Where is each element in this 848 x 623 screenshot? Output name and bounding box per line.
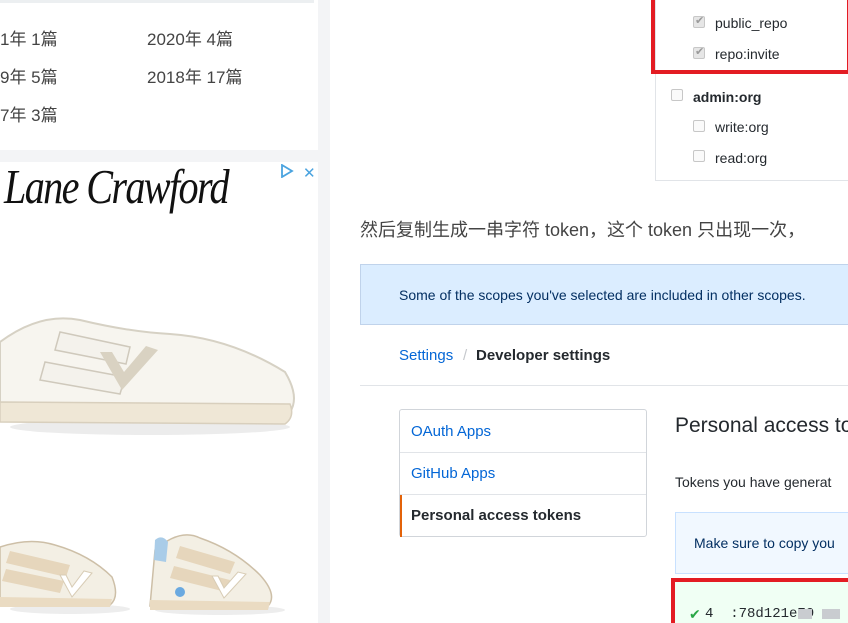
- close-icon[interactable]: ✕: [303, 164, 316, 182]
- section-description: Tokens you have generat: [675, 474, 832, 490]
- scope-label: write:org: [715, 119, 769, 135]
- copy-notice-text: Make sure to copy you: [694, 535, 835, 551]
- article-content: public_repo repo:invite admin:org write:…: [330, 0, 848, 623]
- scope-checkbox[interactable]: [671, 89, 683, 101]
- archive-link[interactable]: 7年 3篇: [0, 101, 58, 126]
- article-paragraph: 然后复制生成一串字符 token，这个 token 只出现一次，: [360, 220, 806, 240]
- panel-divider: [0, 0, 314, 3]
- ad-choices-icon[interactable]: [280, 163, 294, 181]
- sneaker-image[interactable]: [0, 517, 140, 617]
- scope-label: read:org: [715, 150, 768, 166]
- redaction-mark: [822, 609, 840, 619]
- scope-checkbox[interactable]: [693, 120, 705, 132]
- ad-brand-logo[interactable]: Lane Crawford: [4, 158, 230, 215]
- settings-menu: OAuth Apps GitHub Apps Personal access t…: [399, 409, 647, 537]
- sneaker-image[interactable]: [140, 520, 290, 620]
- breadcrumb-settings-link[interactable]: Settings: [399, 347, 453, 364]
- archive-link[interactable]: 2018年 17篇: [147, 63, 242, 88]
- archive-link[interactable]: 2020年 4篇: [147, 25, 233, 50]
- section-heading: Personal access to: [675, 414, 848, 437]
- menu-item-personal-access-tokens[interactable]: Personal access tokens: [400, 495, 646, 537]
- scope-label: admin:org: [693, 89, 762, 105]
- redaction-mark: [798, 609, 812, 619]
- scope-checkbox[interactable]: [693, 150, 705, 162]
- archive-panel: 1年 1篇 2020年 4篇 9年 5篇 2018年 17篇 7年 3篇: [0, 0, 318, 150]
- archive-link[interactable]: 1年 1篇: [0, 25, 58, 50]
- token-highlight-box: ✔ 4 :78d121e79: [671, 578, 848, 623]
- flash-message: Some of the scopes you've selected are i…: [399, 287, 806, 303]
- breadcrumb-current: Developer settings: [476, 347, 611, 364]
- menu-item-github-apps[interactable]: GitHub Apps: [400, 453, 646, 495]
- highlight-box: [651, 0, 848, 74]
- menu-item-oauth-apps[interactable]: OAuth Apps: [400, 411, 646, 453]
- divider: [360, 385, 848, 386]
- archive-link[interactable]: 9年 5篇: [0, 63, 58, 88]
- check-icon: ✔: [689, 606, 701, 622]
- advertisement[interactable]: [0, 162, 318, 623]
- flash-banner: Some of the scopes you've selected are i…: [360, 264, 848, 325]
- breadcrumb-separator: /: [463, 347, 468, 364]
- copy-notice: Make sure to copy you: [675, 512, 848, 574]
- sneaker-image[interactable]: [0, 272, 300, 442]
